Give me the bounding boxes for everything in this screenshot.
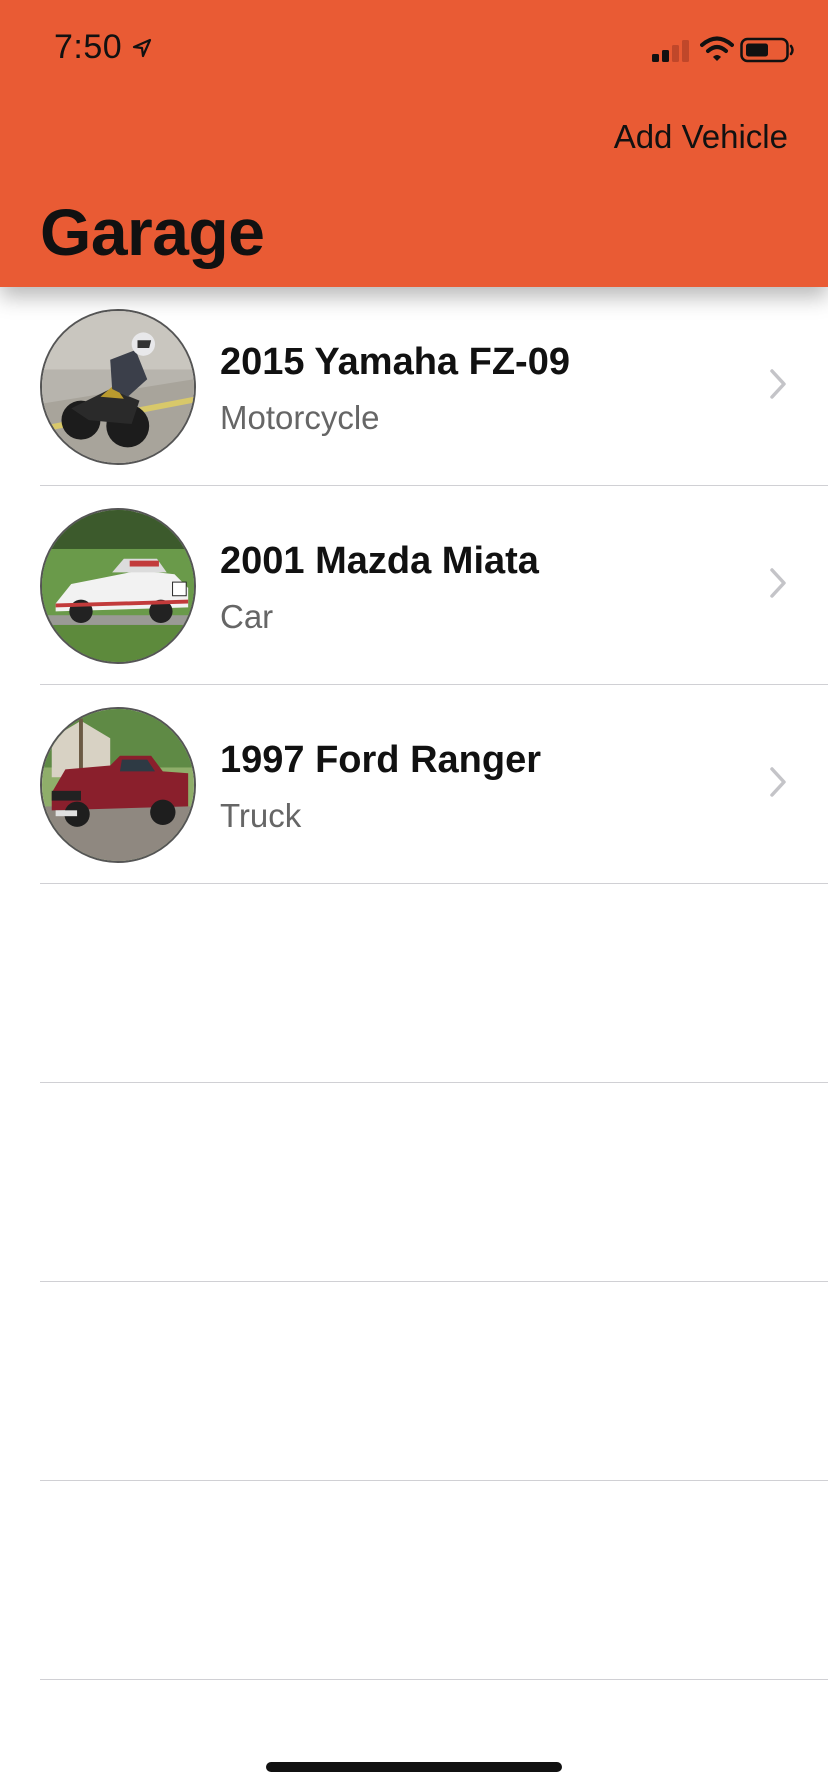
chevron-right-icon [770, 369, 786, 399]
vehicle-name: 2001 Mazda Miata [220, 540, 539, 582]
page-title: Garage [40, 195, 265, 269]
vehicle-name: 1997 Ford Ranger [220, 739, 541, 781]
vehicle-type: Truck [220, 797, 302, 834]
empty-row [40, 1481, 828, 1680]
empty-row [40, 1282, 828, 1481]
vehicle-row[interactable]: 2015 Yamaha FZ-09 Motorcycle [40, 287, 828, 486]
home-indicator[interactable] [266, 1762, 562, 1772]
truck-photo [40, 707, 196, 863]
battery-icon [740, 37, 794, 63]
empty-row [40, 884, 828, 1083]
vehicle-type: Motorcycle [220, 399, 380, 436]
empty-row [40, 1083, 828, 1282]
motorcycle-photo [40, 309, 196, 465]
wifi-icon [700, 36, 734, 61]
location-arrow-icon [132, 38, 152, 58]
vehicle-name: 2015 Yamaha FZ-09 [220, 341, 570, 383]
navigation-header: 7:50 Add Vehicle Garage [0, 0, 828, 287]
vehicle-type: Car [220, 598, 274, 635]
vehicle-list: 2015 Yamaha FZ-09 Motorcycle 2001 Mazda … [0, 287, 828, 1680]
car-photo [40, 508, 196, 664]
cellular-signal-icon [652, 40, 689, 62]
screen: 7:50 Add Vehicle Garage 2015 Yamaha FZ-0… [0, 0, 828, 1792]
add-vehicle-button[interactable]: Add Vehicle [614, 118, 788, 156]
status-time: 7:50 [54, 28, 123, 66]
chevron-right-icon [770, 568, 786, 598]
vehicle-row[interactable]: 1997 Ford Ranger Truck [40, 685, 828, 884]
chevron-right-icon [770, 767, 786, 797]
vehicle-row[interactable]: 2001 Mazda Miata Car [40, 486, 828, 685]
